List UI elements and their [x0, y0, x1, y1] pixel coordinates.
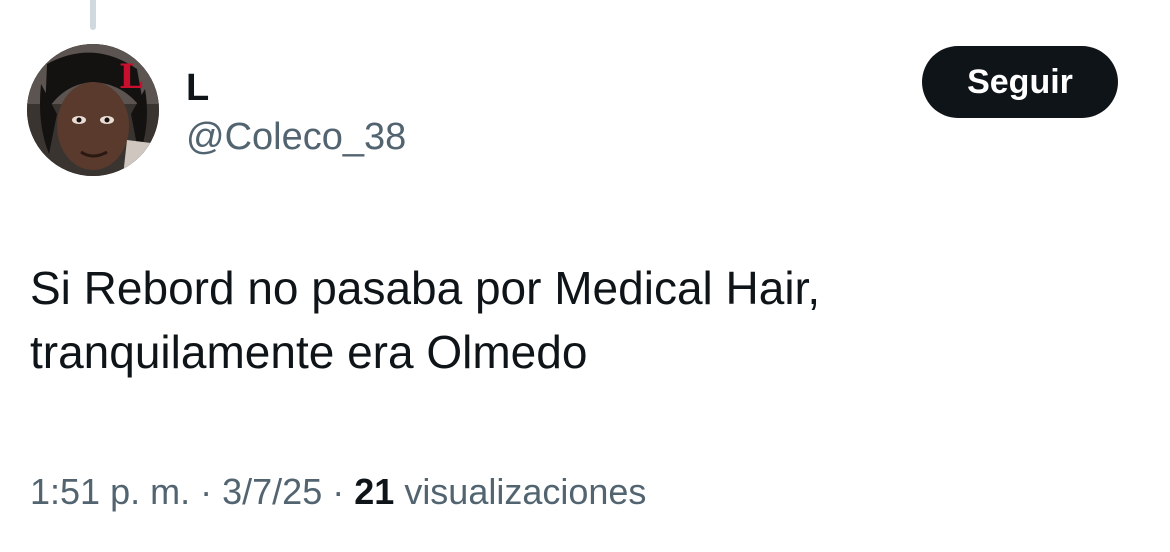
- views-label[interactable]: visualizaciones: [404, 471, 646, 512]
- author-display-name[interactable]: L: [186, 66, 209, 110]
- meta-separator: ·: [200, 471, 213, 512]
- avatar-image: L: [27, 44, 159, 176]
- tweet-date[interactable]: 3/7/25: [222, 471, 322, 512]
- tweet-metadata: 1:51 p. m. · 3/7/25 · 21 visualizaciones: [30, 470, 646, 514]
- tweet-text-line: Si Rebord no pasaba por Medical Hair,: [30, 262, 821, 314]
- tweet-text-line: tranquilamente era Olmedo: [30, 326, 588, 378]
- author-handle[interactable]: @Coleco_38: [186, 114, 406, 160]
- tweet-time[interactable]: 1:51 p. m.: [30, 471, 190, 512]
- tweet-body: Si Rebord no pasaba por Medical Hair, tr…: [30, 256, 1130, 384]
- svg-text:L: L: [119, 57, 143, 97]
- views-count[interactable]: 21: [354, 471, 394, 512]
- meta-separator: ·: [332, 471, 345, 512]
- thread-connector-line: [90, 0, 96, 30]
- author-avatar[interactable]: L: [27, 44, 159, 176]
- follow-button[interactable]: Seguir: [922, 46, 1118, 118]
